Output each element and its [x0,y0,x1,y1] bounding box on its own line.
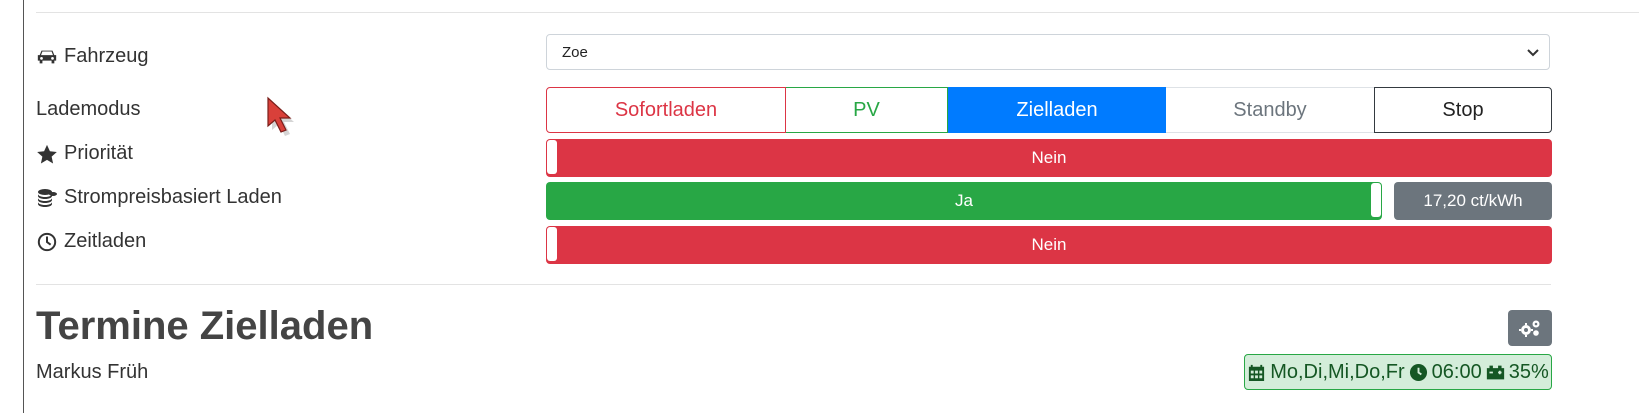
vehicle-selected-value: Zoe [562,43,588,61]
vehicle-label: Fahrzeug [64,45,149,67]
schedule-days: Mo,Di,Mi,Do,Fr [1270,360,1405,383]
schedule-title: Termine Zielladen [36,304,374,348]
time-charging-label: Zeitladen [64,230,147,252]
divider-middle [36,284,1551,285]
coins-icon [38,188,57,207]
charge-mode-label-row: Lademodus [36,98,141,121]
schedule-owner: Markus Früh [36,361,149,383]
time-charging-toggle-value: Nein [1031,235,1067,254]
time-charging-toggle[interactable]: Nein [546,226,1552,264]
mouse-cursor-icon [267,96,294,136]
clock-icon [1409,363,1427,381]
price-based-toggle-knob [1371,183,1381,217]
price-based-toggle[interactable]: Ja [546,182,1382,220]
mode-button-pv[interactable]: PV [786,87,948,133]
price-based-toggle-value: Ja [955,191,973,210]
car-icon [37,50,57,63]
star-icon [37,144,57,163]
chevron-down-icon [1527,49,1539,57]
clock-icon [37,232,57,251]
price-badge: 17,20 ct/kWh [1394,182,1552,220]
charge-mode-label: Lademodus [36,98,141,120]
schedule-soc: 35% [1508,360,1549,383]
mode-button-stop[interactable]: Stop [1374,87,1552,133]
cogs-icon [1519,320,1540,337]
mode-button-standby[interactable]: Standby [1166,87,1374,133]
calendar-icon [1249,364,1265,381]
time-charging-label-row: Zeitladen [36,230,146,253]
time-charging-toggle-knob [547,227,557,261]
priority-toggle[interactable]: Nein [546,139,1552,177]
priority-label-row: Priorität [36,142,133,165]
car-battery-icon [1486,365,1504,379]
schedule-time: 06:00 [1431,360,1482,383]
priority-toggle-knob [547,140,557,174]
schedule-plan-badge[interactable]: Mo,Di,Mi,Do,Fr 06:00 35% [1244,354,1552,390]
price-based-label: Strompreisbasiert Laden [64,186,282,208]
vehicle-label-row: Fahrzeug [36,45,149,68]
mode-button-sofortladen[interactable]: Sofortladen [546,87,786,133]
price-based-label-row: Strompreisbasiert Laden [36,186,282,209]
priority-toggle-value: Nein [1031,148,1067,167]
charge-mode-button-group: Sofortladen PV Zielladen Standby Stop [546,87,1552,133]
schedule-settings-button[interactable] [1508,310,1552,346]
mode-button-zielladen[interactable]: Zielladen [948,87,1166,133]
divider-top [36,12,1639,13]
vehicle-select[interactable]: Zoe [546,34,1550,70]
priority-label: Priorität [64,142,133,164]
